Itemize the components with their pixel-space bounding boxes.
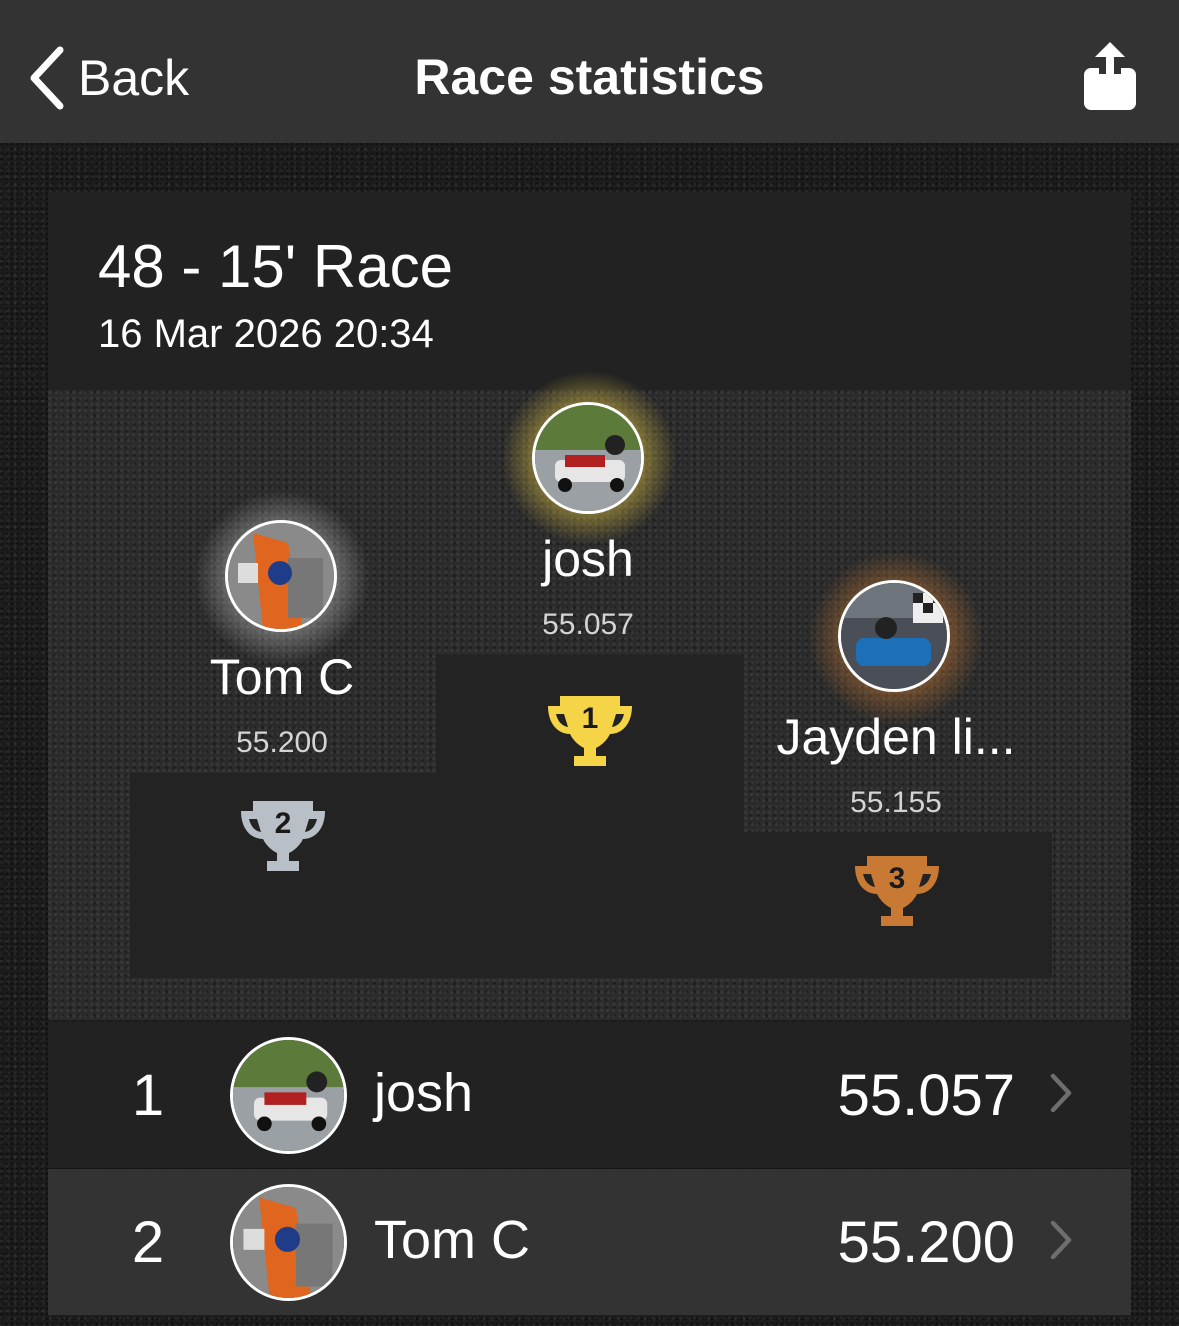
share-button[interactable] bbox=[1080, 42, 1140, 112]
result-time: 55.057 bbox=[837, 1063, 1015, 1128]
podium-third-time: 55.155 bbox=[850, 786, 942, 819]
result-time: 55.200 bbox=[837, 1210, 1015, 1275]
chevron-right-icon bbox=[1050, 1073, 1072, 1113]
podium-second-avatar[interactable] bbox=[225, 520, 337, 632]
trophy-silver-number: 2 bbox=[275, 807, 292, 840]
race-name: 48 - 15' Race bbox=[98, 233, 453, 300]
page-title: Race statistics bbox=[414, 49, 765, 105]
result-position: 1 bbox=[131, 1063, 165, 1128]
result-avatar bbox=[230, 1184, 347, 1301]
trophy-bronze-icon: 3 bbox=[855, 856, 939, 926]
podium-third-name: Jayden li... bbox=[776, 709, 1016, 765]
result-avatar bbox=[230, 1037, 347, 1154]
share-icon bbox=[1084, 42, 1136, 110]
trophy-gold-number: 1 bbox=[582, 702, 599, 735]
result-name: josh bbox=[374, 1063, 474, 1123]
trophy-bronze-number: 3 bbox=[889, 862, 906, 895]
podium-second-time: 55.200 bbox=[236, 726, 328, 759]
podium-third-avatar[interactable] bbox=[838, 580, 950, 692]
avatar-photo-josh bbox=[233, 1040, 344, 1151]
result-name: Tom C bbox=[374, 1210, 531, 1270]
podium-first-time: 55.057 bbox=[542, 608, 634, 641]
chevron-right-icon bbox=[1050, 1220, 1072, 1260]
podium-first-avatar[interactable] bbox=[532, 402, 644, 514]
trophy-silver-icon: 2 bbox=[241, 801, 325, 871]
result-position: 2 bbox=[131, 1210, 165, 1275]
result-row-2[interactable]: 2 Tom C 55.200 bbox=[48, 1169, 1131, 1315]
avatar-photo-josh bbox=[535, 405, 641, 511]
nav-bar: Back Race statistics bbox=[0, 0, 1179, 143]
race-date: 16 Mar 2026 20:34 bbox=[98, 312, 434, 356]
podium-second-name: Tom C bbox=[209, 649, 355, 705]
race-header: 48 - 15' Race 16 Mar 2026 20:34 bbox=[48, 192, 1131, 390]
podium-first-name: josh bbox=[542, 531, 634, 587]
avatar-photo-jayden bbox=[841, 583, 947, 689]
podium: josh 55.057 Tom C 55.200 Jayden li... 55… bbox=[48, 370, 1131, 1020]
trophy-gold-icon: 1 bbox=[548, 696, 632, 766]
result-row-1[interactable]: 1 josh 55.057 bbox=[48, 1022, 1131, 1168]
avatar-photo-tom bbox=[228, 523, 334, 629]
avatar-photo-tom bbox=[233, 1187, 344, 1298]
